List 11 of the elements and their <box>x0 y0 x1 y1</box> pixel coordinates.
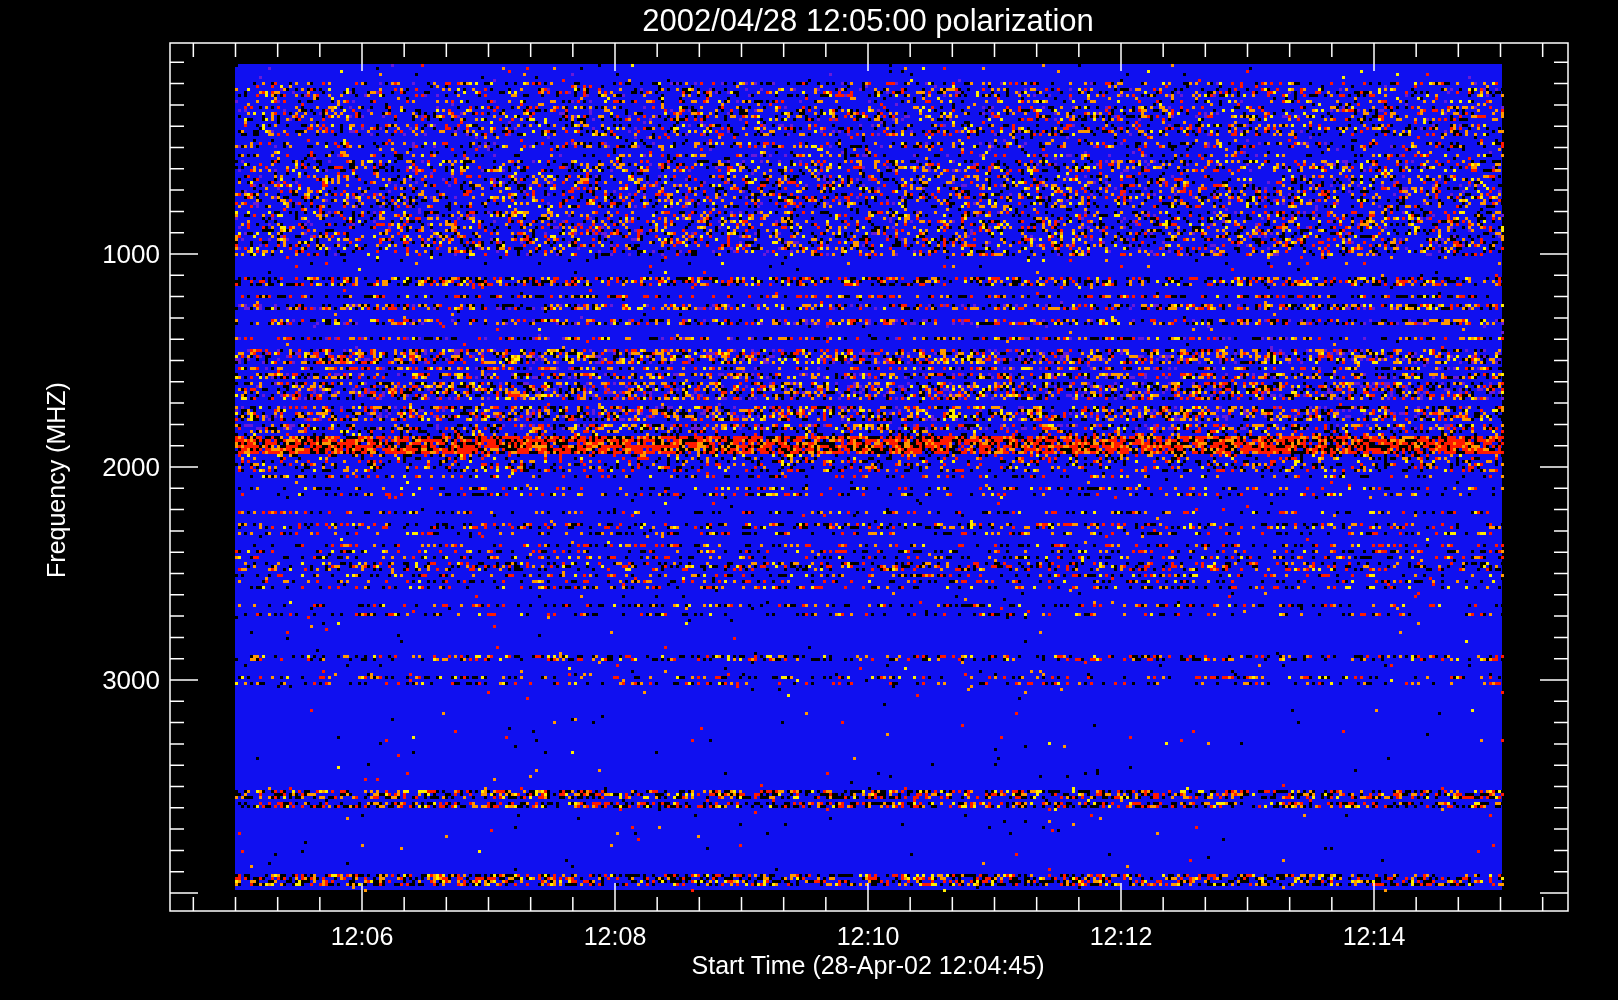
tick-label: 2000 <box>102 452 160 482</box>
axis-title: Start Time (28-Apr-02 12:04:45) <box>691 951 1045 979</box>
tick-label: 1000 <box>102 239 160 269</box>
axis-title: Frequency (MHZ) <box>42 382 70 578</box>
tick-label: 12:10 <box>836 922 900 950</box>
tick-label: 12:14 <box>1342 922 1406 950</box>
tick-label: 12:12 <box>1089 922 1153 950</box>
tick-label: 12:06 <box>330 922 394 950</box>
chart-title: 2002/04/28 12:05:00 polarization <box>642 3 1094 38</box>
tick-label: 3000 <box>102 665 160 695</box>
tick-label: 12:08 <box>583 922 647 950</box>
